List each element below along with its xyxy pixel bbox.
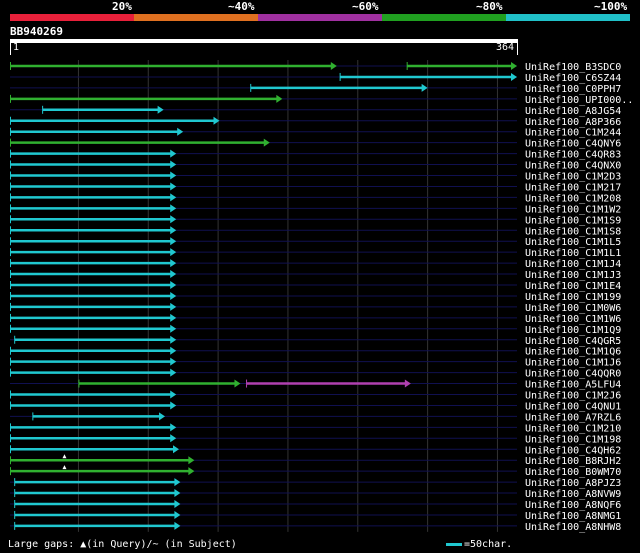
- hit-name-label: UniRef100_A8NQF6: [525, 500, 621, 511]
- hit-arrow-head: [170, 226, 177, 235]
- query-gap-marker: [62, 465, 67, 470]
- hit-name-label: UniRef100_C1M208: [525, 193, 621, 204]
- hit-arrow-head: [174, 510, 181, 519]
- hit-arrow-head: [170, 281, 177, 289]
- hit-arrow-head: [234, 379, 241, 388]
- hit-arrow-head: [159, 412, 166, 421]
- hit-arrow-head: [170, 204, 177, 213]
- hit-arrow-head: [174, 489, 181, 498]
- hit-name-label: UniRef100_C6SZ44: [525, 73, 621, 84]
- hit-name-label: UniRef100_C1M1L5: [525, 237, 621, 248]
- hit-arrow-head: [174, 500, 181, 508]
- hit-arrow-head: [170, 248, 177, 257]
- hit-arrow-head: [421, 83, 428, 92]
- hit-name-label: UniRef100_C1M1W2: [525, 204, 621, 215]
- hit-arrow-head: [173, 445, 179, 454]
- hit-name-label: UniRef100_C1M1E4: [525, 281, 621, 292]
- hit-name-label: UniRef100_C1M199: [525, 292, 621, 303]
- hit-arrow-head: [170, 215, 177, 224]
- hit-name-label: UniRef100_C1M1Q9: [525, 325, 621, 336]
- hit-name-label: UniRef100_C1M1W6: [525, 314, 621, 325]
- hit-name-label: UniRef100_C1M244: [525, 128, 621, 139]
- gaps-legend: Large gaps: ▲(in Query)/~ (in Subject): [8, 539, 237, 550]
- hit-name-label: UniRef100_C1M1J4: [525, 259, 621, 270]
- hit-arrow-head: [170, 270, 177, 279]
- hit-arrow-head: [170, 313, 177, 322]
- hit-name-label: UniRef100_C4QGR5: [525, 336, 621, 347]
- hit-arrow-head: [170, 259, 177, 268]
- hit-arrow-head: [170, 302, 177, 311]
- hit-name-label: UniRef100_C1M1Q6: [525, 347, 621, 358]
- hit-arrow-head: [170, 390, 177, 399]
- hit-arrow-head: [170, 357, 177, 366]
- hit-arrow-head: [157, 105, 164, 114]
- query-gap-marker: [62, 454, 67, 459]
- hit-arrow-head: [170, 193, 177, 202]
- hit-name-label: UniRef100_C1M0W6: [525, 303, 621, 314]
- hit-arrow-head: [330, 62, 337, 70]
- hit-name-label: UniRef100_A8P366: [525, 117, 621, 128]
- hit-name-label: UniRef100_B3SDC0: [525, 62, 621, 73]
- hit-name-label: UniRef100_C1M2J6: [525, 391, 621, 402]
- hit-name-label: UniRef100_C1M1J3: [525, 270, 621, 281]
- hit-arrow-head: [174, 521, 181, 530]
- hit-arrow-head: [170, 160, 177, 169]
- hit-arrow-head: [276, 94, 283, 103]
- hit-arrow-head: [511, 62, 517, 70]
- hit-name-label: UniRef100_A8PJZ3: [525, 478, 621, 489]
- hit-name-label: UniRef100_C4QNX0: [525, 161, 621, 172]
- hit-name-label: UniRef100_B8RJH2: [525, 456, 621, 467]
- hit-name-label: UniRef100_A5LFU4: [525, 380, 621, 391]
- hit-arrow-head: [170, 324, 177, 333]
- hit-arrow-head: [188, 456, 195, 465]
- hit-arrow-head: [170, 401, 177, 410]
- alignment-hits-plot: UniRef100_B3SDC0UniRef100_C6SZ44UniRef10…: [10, 60, 633, 533]
- hit-arrow-head: [404, 379, 411, 388]
- hit-arrow-head: [170, 335, 177, 344]
- hit-arrow-head: [170, 368, 177, 377]
- hit-arrow-head: [263, 138, 270, 147]
- hit-name-label: UniRef100_C0PPH7: [525, 84, 621, 95]
- hit-arrow-head: [170, 182, 177, 191]
- hit-name-label: UniRef100_C1M1S8: [525, 226, 621, 237]
- hit-name-label: UniRef100_B0WM70: [525, 467, 621, 478]
- hit-arrow-head: [170, 237, 177, 246]
- hit-name-label: UniRef100_C4QNU1: [525, 401, 621, 412]
- hit-name-label: UniRef100_A8NHW8: [525, 522, 621, 533]
- hit-name-label: UniRef100_UPI000..: [525, 95, 633, 106]
- hit-name-label: UniRef100_A7RZL6: [525, 412, 621, 423]
- hit-name-label: UniRef100_C4QQR0: [525, 369, 621, 380]
- hit-name-label: UniRef100_C4QR83: [525, 150, 621, 161]
- hit-arrow-head: [511, 72, 517, 81]
- hit-arrow-head: [170, 149, 177, 158]
- hit-arrow-head: [170, 346, 177, 355]
- hit-name-label: UniRef100_C1M1J6: [525, 358, 621, 369]
- scale-swatch: [446, 542, 462, 546]
- hit-arrow-head: [177, 127, 184, 136]
- hit-name-label: UniRef100_C1M217: [525, 182, 621, 193]
- hit-arrow-head: [174, 478, 181, 487]
- hit-arrow-head: [170, 171, 177, 180]
- hit-name-label: UniRef100_C1M2D3: [525, 172, 621, 183]
- hit-name-label: UniRef100_C1M1S9: [525, 215, 621, 226]
- hit-name-label: UniRef100_A8JG54: [525, 106, 621, 117]
- hit-name-label: UniRef100_C4QNY6: [525, 139, 621, 150]
- scale-legend: =50char.: [446, 539, 512, 550]
- hit-name-label: UniRef100_C1M210: [525, 423, 621, 434]
- hit-arrow-head: [170, 423, 177, 432]
- hit-arrow-head: [170, 291, 177, 300]
- hit-name-label: UniRef100_C1M1L1: [525, 248, 621, 259]
- hit-name-label: UniRef100_A8NMG1: [525, 511, 621, 522]
- scale-legend-text: =50char.: [464, 539, 513, 550]
- hit-arrow-head: [188, 467, 195, 476]
- hit-name-label: UniRef100_C4QH62: [525, 445, 621, 456]
- hit-name-label: UniRef100_C1M198: [525, 434, 621, 445]
- hit-name-label: UniRef100_A8NVW9: [525, 489, 621, 500]
- hit-arrow-head: [170, 434, 177, 443]
